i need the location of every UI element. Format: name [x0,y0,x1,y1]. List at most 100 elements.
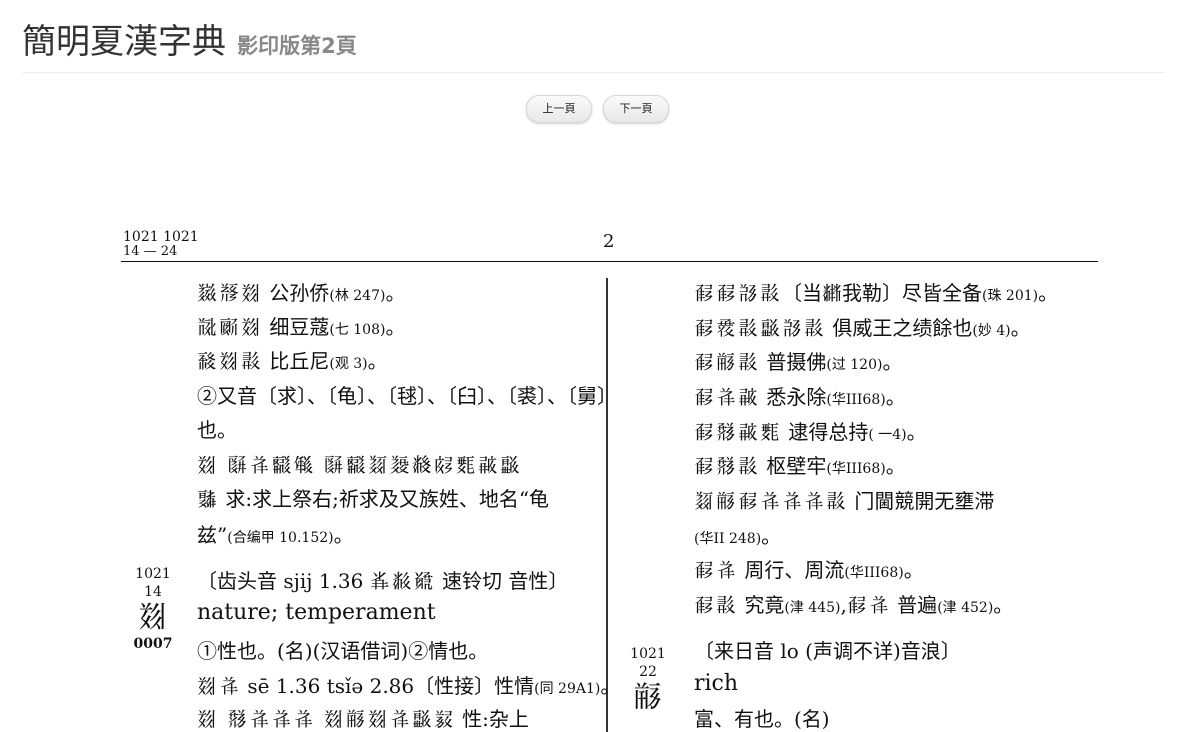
entry1-line-3: ①性也。(名)(汉语借词)②情也。 [197,638,488,664]
punct: 。 [885,385,906,409]
english-gloss: nature; temperament [197,600,436,625]
english-gloss: rich [694,671,739,696]
reference: (华II 248) [694,531,762,547]
reference: (观 3) [329,356,368,372]
entry1-line-1: 〔齿头音 sjij 1.36 𘕰𘂎𘍦 速铃切 音性〕 [197,568,568,594]
tangut-text: 𘒣𘗐𘑮 [694,385,760,409]
right-line-2: 𘒣𘒆𘗽𘞙𘍳𘗽 俱威王之绩餘也(妙 4)。 [694,315,1031,344]
tangut-text: 𘚜 [197,487,219,511]
punct: 。 [367,349,388,373]
tangut-text: 𘋨 𘜕𘗐𘗐𘗐 𘋨𘛐𘋨𘗐𘞙𘁿 [197,707,456,731]
left-line-4: ②又音〔求〕、〔龟〕、〔毬〕、〔臼〕、〔裘〕、〔舅〕 [197,383,617,409]
punct: 。 [600,674,621,698]
pagination-nav: 上一頁 下一頁 [0,95,1195,123]
gloss: ②又音〔求〕、〔龟〕、〔毬〕、〔臼〕、〔裘〕、〔舅〕 [197,384,617,408]
right-line-4: 𘒣𘗐𘑮 悉永除(华III68)。 [694,384,906,413]
reference: (津 445) [784,600,841,616]
reference: (津 452) [937,600,994,616]
page-subtitle: 影印版第2頁 [237,34,357,58]
tangut-text: 𘒣𘜕𘑮𘜩 [694,420,782,444]
entry-number: 1021 [630,646,666,662]
reference: (七 108) [329,322,386,338]
reference: ( 一4) [868,427,907,443]
entry-subnumber: 22 [639,664,657,680]
tangut-text: 𘒣𘜕𘗽 [694,454,760,478]
right-line-5: 𘒣𘜕𘑮𘜩 逮得总持( 一4)。 [694,419,927,448]
gloss: 细豆蔻 [263,315,330,339]
reference: (华III68) [826,392,886,408]
punct: 。 [885,454,906,478]
gloss: ①性也。(名)(汉语借词)②情也。 [197,639,489,663]
tangut-text: 𘑄𘃡𘋨 [197,281,263,305]
tangut-text: 𘁟𘞞𘋨 [197,315,263,339]
punct: 。 [385,281,406,305]
gloss: 门閫競開无壅滞 [848,489,995,513]
right-line-9: 𘒣𘗐 周行、周流(华III68)。 [694,557,924,586]
page-title: 簡明夏漢字典 [22,22,226,62]
reference: (妙 4) [972,323,1011,339]
entry-glyph: 𘋨 [138,600,168,635]
gloss: 兹” [197,523,228,547]
left-line-3: 𘈷𘋨𘗽 比丘尼(观 3)。 [197,348,388,377]
punct: 。 [906,420,927,444]
punct: 。 [903,558,924,582]
entry-glyph: 𘛐 [633,680,663,715]
scanned-dictionary-page: 1021 1021 14 — 24 2 𘑄𘃡𘋨 公孙侨(林 247)。 𘁟𘞞𘋨 … [0,200,1195,732]
right-line-6: 𘒣𘜕𘗽 枢壁牢(华III68)。 [694,453,906,482]
left-line-8: 兹”(合编甲 10.152)。 [197,522,354,551]
prev-page-button[interactable]: 上一頁 [525,95,592,123]
gloss: 速铃切 音性〕 [435,569,569,593]
running-head-top: 1021 1021 [123,229,199,245]
gloss: 究竟 [738,593,785,617]
gloss: 悉永除 [760,385,827,409]
page-number: 2 [603,231,615,252]
reference: (合编甲 10.152) [227,530,334,546]
next-page-button[interactable]: 下一頁 [603,95,670,123]
entry2-line-3: 富、有也。(名) [694,706,830,732]
punct: 。 [385,315,406,339]
right-line-10: 𘒣𘗽 究竟(津 445),𘒣𘗐 普遍(津 452)。 [694,592,1013,621]
right-line-3: 𘒣𘛐𘗽 普摄佛(过 120)。 [694,349,902,378]
gloss: sē 1.36 tsǐə 2.86〔性接〕性情 [241,674,535,698]
tangut-text: 𘈷𘋨𘗽 [197,349,263,373]
right-line-7: 𘏤𘛐𘒣𘗐𘗐𘗐𘗽 门閫競開无壅滞 [694,488,994,514]
punct: 。 [761,524,782,548]
gloss: 比丘尼 [263,349,330,373]
entry-header-2: 1021 22 𘛐 [628,645,668,715]
tangut-text: 𘒣𘒆𘗽𘞙𘍳𘗽 [694,316,826,340]
entry-header-1: 1021 14 𘋨 0007 [133,565,173,653]
left-line-5: 也。 [197,417,237,443]
punct: 。 [882,350,903,374]
reference: (华III68) [826,461,886,477]
gloss: 普遍 [890,593,938,617]
reference: (华III68) [844,565,904,581]
right-line-8: (华II 248)。 [694,523,781,552]
tangut-text: 𘕰𘂎𘍦 [369,569,436,593]
page-header: 簡明夏漢字典 影印版第2頁 [22,14,1165,73]
punct: 。 [993,593,1014,617]
entry1-line-4: 𘋨𘗐 sē 1.36 tsǐə 2.86〔性接〕性情(同 29A1)。 [197,673,620,702]
running-head-bottom: 14 — 24 [123,244,178,259]
tangut-text: 𘒣𘗐 [694,558,738,582]
entry1-line-5: 𘋨 𘜕𘗐𘗐𘗐 𘋨𘛐𘋨𘗐𘞙𘁿 性:杂上 [197,706,529,732]
gloss: 周行、周流 [738,558,845,582]
tangut-text: 𘋨𘗐 [197,674,241,698]
tangut-text: 𘒣𘒣𘍳𘗽 [694,281,782,305]
running-head: 1021 1021 14 — 24 [123,229,199,260]
gloss: 枢壁牢 [760,454,827,478]
reference: (过 120) [826,357,883,373]
punct: 。 [1010,316,1031,340]
gloss: 〔当𘂤我勒〕尽皆全备 [782,281,982,305]
tangut-text: 𘋨 𘚔𘗐𘔇𘓟 𘚔𘔇𘏤𘐀𘂜𘊴𘜩𘑮𘞙 [197,453,522,477]
gloss: 普摄佛 [760,350,827,374]
reference: (珠 201) [982,288,1039,304]
entry1-line-2: nature; temperament [197,600,436,626]
gloss: 公孙侨 [263,281,330,305]
left-line-2: 𘁟𘞞𘋨 细豆蔻(七 108)。 [197,314,405,343]
entry2-line-1: 〔来日音 lo (声调不详)音浪〕 [694,638,961,664]
tangut-text: 𘏤𘛐𘒣𘗐𘗐𘗐𘗽 [694,489,848,513]
gloss: 逮得总持 [782,420,869,444]
gloss: 富、有也。(名) [694,707,830,731]
reference: (林 247) [329,288,386,304]
left-line-1: 𘑄𘃡𘋨 公孙侨(林 247)。 [197,280,405,309]
